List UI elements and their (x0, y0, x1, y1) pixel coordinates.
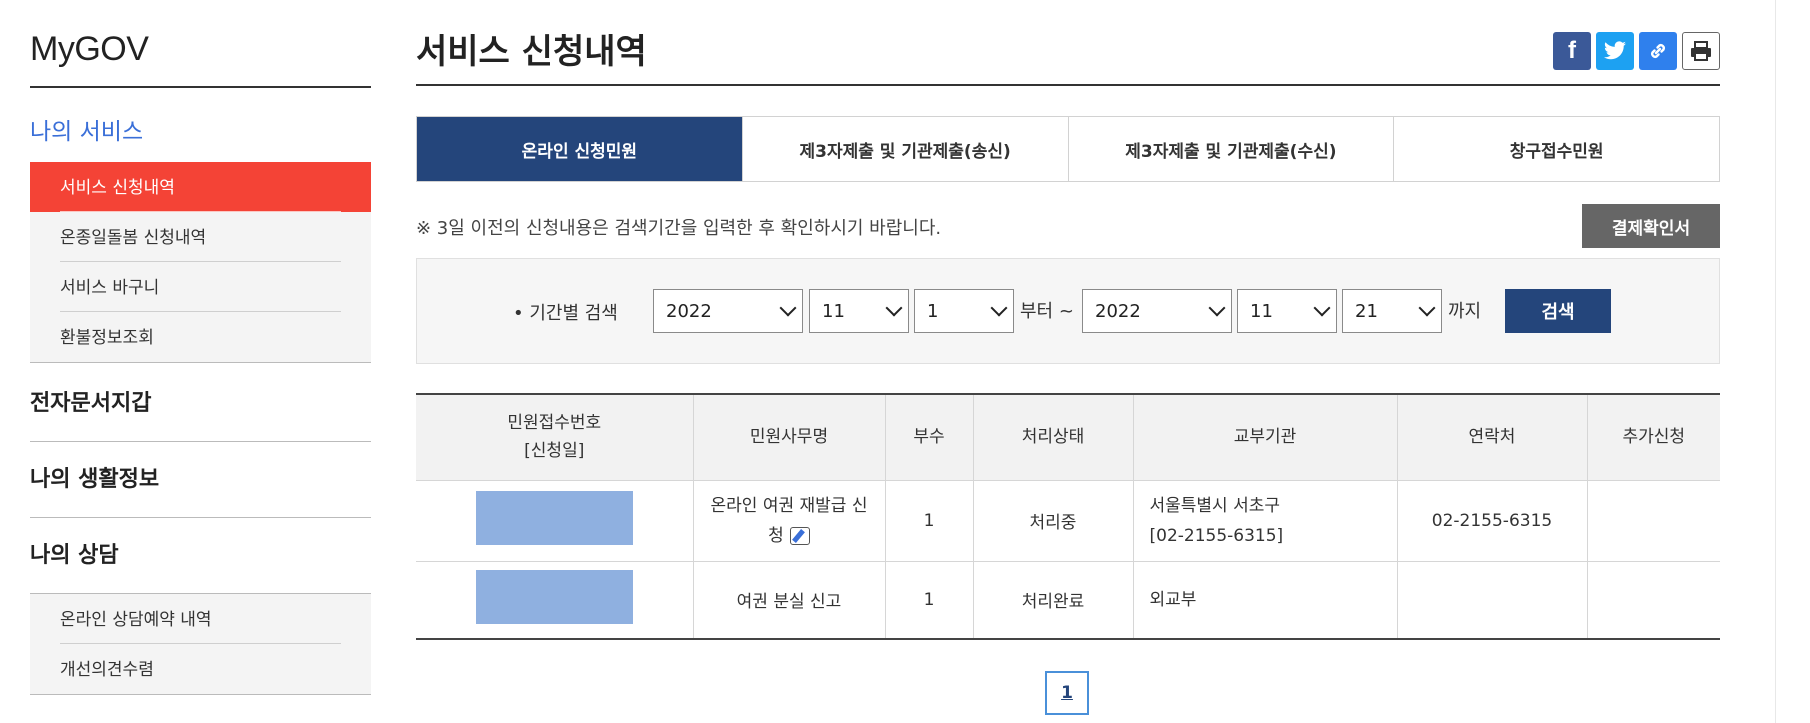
contact-cell (1396, 560, 1587, 639)
from-label: 부터 ~ (1020, 301, 1074, 322)
printer-icon (1691, 41, 1711, 61)
column-header-copies: 부수 (884, 394, 973, 481)
service-name-cell[interactable]: 온라인 여권 재발급 신 청 (692, 479, 885, 561)
table-header-row: 민원접수번호 [신청일] 민원사무명 부수 처리상태 교부기관 연락처 추가신청 (416, 394, 1720, 481)
sidebar-item-refund-info[interactable]: 환불정보조회 (30, 312, 371, 362)
header-label: 민원접수번호 (507, 413, 602, 434)
to-day-select[interactable]: 21 (1342, 289, 1442, 333)
brand-logo[interactable]: MyGOV (30, 30, 149, 69)
tab-counter-applications[interactable]: 창구접수민원 (1393, 117, 1719, 181)
share-toolbar: f (1553, 32, 1720, 70)
sidebar-item-feedback[interactable]: 개선의견수렴 (30, 644, 371, 694)
table-row: 여권 분실 신고 1 처리완료 외교부 (416, 560, 1720, 639)
service-submenu: 서비스 신청내역 온종일돌봄 신청내역 서비스 바구니 환불정보조회 (30, 162, 371, 363)
sidebar-item-service-basket[interactable]: 서비스 바구니 (30, 262, 371, 312)
agency-cell: 외교부 (1132, 560, 1397, 639)
divider (30, 86, 371, 88)
from-year-select[interactable]: 2022 (653, 289, 803, 333)
from-day-select[interactable]: 1 (914, 289, 1014, 333)
column-header-additional: 추가신청 (1586, 394, 1720, 481)
agency-phone: [02-2155-6315] (1149, 525, 1284, 546)
sidebar-item-label: 서비스 바구니 (60, 278, 160, 298)
additional-request-cell (1586, 560, 1720, 639)
chevron-down-icon (885, 299, 903, 317)
selected-value: 11 (822, 301, 845, 322)
column-header-service-name: 민원사무명 (692, 394, 885, 481)
application-table: 민원접수번호 [신청일] 민원사무명 부수 처리상태 교부기관 연락처 추가신청… (416, 393, 1720, 640)
status-cell: 처리중 (972, 479, 1133, 561)
payment-confirmation-button[interactable]: 결제확인서 (1582, 204, 1720, 248)
pagination-page-1[interactable]: 1 (1045, 671, 1089, 715)
receipt-number-cell (416, 560, 693, 639)
sidebar-item-label: 온종일돌봄 신청내역 (60, 228, 207, 248)
copies-cell: 1 (884, 479, 973, 561)
page-title: 서비스 신청내역 (416, 32, 647, 72)
column-header-contact: 연락처 (1396, 394, 1587, 481)
sidebar-item-all-day-care[interactable]: 온종일돌봄 신청내역 (30, 212, 371, 262)
chevron-down-icon (1208, 299, 1226, 317)
column-header-agency: 교부기관 (1132, 394, 1397, 481)
section-title-my-service[interactable]: 나의 서비스 (30, 112, 143, 146)
sidebar-item-label: 온라인 상담예약 내역 (60, 610, 212, 630)
agency-cell: 서울특별시 서초구 [02-2155-6315] (1132, 479, 1397, 561)
tab-bar: 온라인 신청민원 제3자제출 및 기관제출(송신) 제3자제출 및 기관제출(수… (416, 116, 1720, 182)
print-icon[interactable] (1682, 32, 1720, 70)
twitter-icon[interactable] (1596, 32, 1634, 70)
from-month-select[interactable]: 11 (809, 289, 909, 333)
selected-value: 1 (927, 301, 939, 322)
sidebar-item-label: 환불정보조회 (60, 328, 154, 348)
twitter-bird-icon (1604, 41, 1626, 60)
service-name-cell[interactable]: 여권 분실 신고 (692, 560, 885, 639)
additional-request-cell (1586, 479, 1720, 561)
sidebar-item-service-history[interactable]: 서비스 신청내역 (30, 162, 371, 212)
tab-online-applications[interactable]: 온라인 신청민원 (417, 117, 742, 181)
sidebar-item-online-consult-booking[interactable]: 온라인 상담예약 내역 (30, 594, 371, 644)
sidebar-section-consult[interactable]: 나의 상담 (30, 518, 371, 594)
agency-name: 서울특별시 서초구 (1149, 495, 1281, 516)
selected-value: 2022 (1095, 301, 1141, 322)
selected-value: 11 (1250, 301, 1273, 322)
status-cell: 처리완료 (972, 560, 1133, 639)
notice-text: ※ 3일 이전의 신청내용은 검색기간을 입력한 후 확인하시기 바랍니다. (416, 218, 942, 239)
selected-value: 2022 (666, 301, 712, 322)
redacted-receipt-number[interactable] (475, 570, 633, 625)
tab-third-party-sent[interactable]: 제3자제출 및 기관제출(송신) (741, 117, 1068, 181)
redacted-receipt-number[interactable] (475, 491, 633, 545)
service-name-line1: 온라인 여권 재발급 신 (710, 495, 868, 516)
contact-cell: 02-2155-6315 (1396, 479, 1587, 561)
to-label: 까지 (1448, 301, 1482, 322)
table-row: 온라인 여권 재발급 신 청 1 처리중 서울특별시 서초구 [02-2155-… (416, 479, 1720, 561)
sidebar-item-label: 개선의견수렴 (60, 660, 154, 680)
sidebar-section-life-info[interactable]: 나의 생활정보 (30, 442, 371, 518)
chevron-down-icon (1313, 299, 1331, 317)
to-month-select[interactable]: 11 (1237, 289, 1337, 333)
chevron-down-icon (990, 299, 1008, 317)
edit-icon[interactable] (789, 526, 810, 545)
column-header-status: 처리상태 (972, 394, 1133, 481)
to-year-select[interactable]: 2022 (1082, 289, 1232, 333)
search-button[interactable]: 검색 (1505, 289, 1611, 333)
search-label: • 기간별 검색 (513, 303, 618, 324)
column-header-receipt-number: 민원접수번호 [신청일] (416, 394, 693, 481)
facebook-icon[interactable]: f (1553, 32, 1591, 70)
page-edge-divider (1775, 0, 1776, 723)
tab-third-party-received[interactable]: 제3자제출 및 기관제출(수신) (1067, 117, 1394, 181)
chevron-down-icon (1418, 299, 1436, 317)
link-icon[interactable] (1639, 32, 1677, 70)
sidebar-item-label: 서비스 신청내역 (60, 178, 175, 198)
divider (416, 84, 1720, 86)
sidebar-section-e-document-wallet[interactable]: 전자문서지갑 (30, 366, 371, 442)
chain-link-icon (1651, 44, 1665, 58)
chevron-down-icon (779, 299, 797, 317)
receipt-number-cell (416, 479, 693, 561)
copies-cell: 1 (884, 560, 973, 639)
consult-submenu: 온라인 상담예약 내역 개선의견수렴 (30, 594, 371, 695)
period-search-panel: • 기간별 검색 2022 11 1 부터 ~ 2022 11 21 까지 검색 (416, 258, 1720, 364)
selected-value: 21 (1355, 301, 1378, 322)
service-name-line2: 청 (768, 525, 784, 546)
header-sublabel: [신청일] (524, 441, 585, 462)
